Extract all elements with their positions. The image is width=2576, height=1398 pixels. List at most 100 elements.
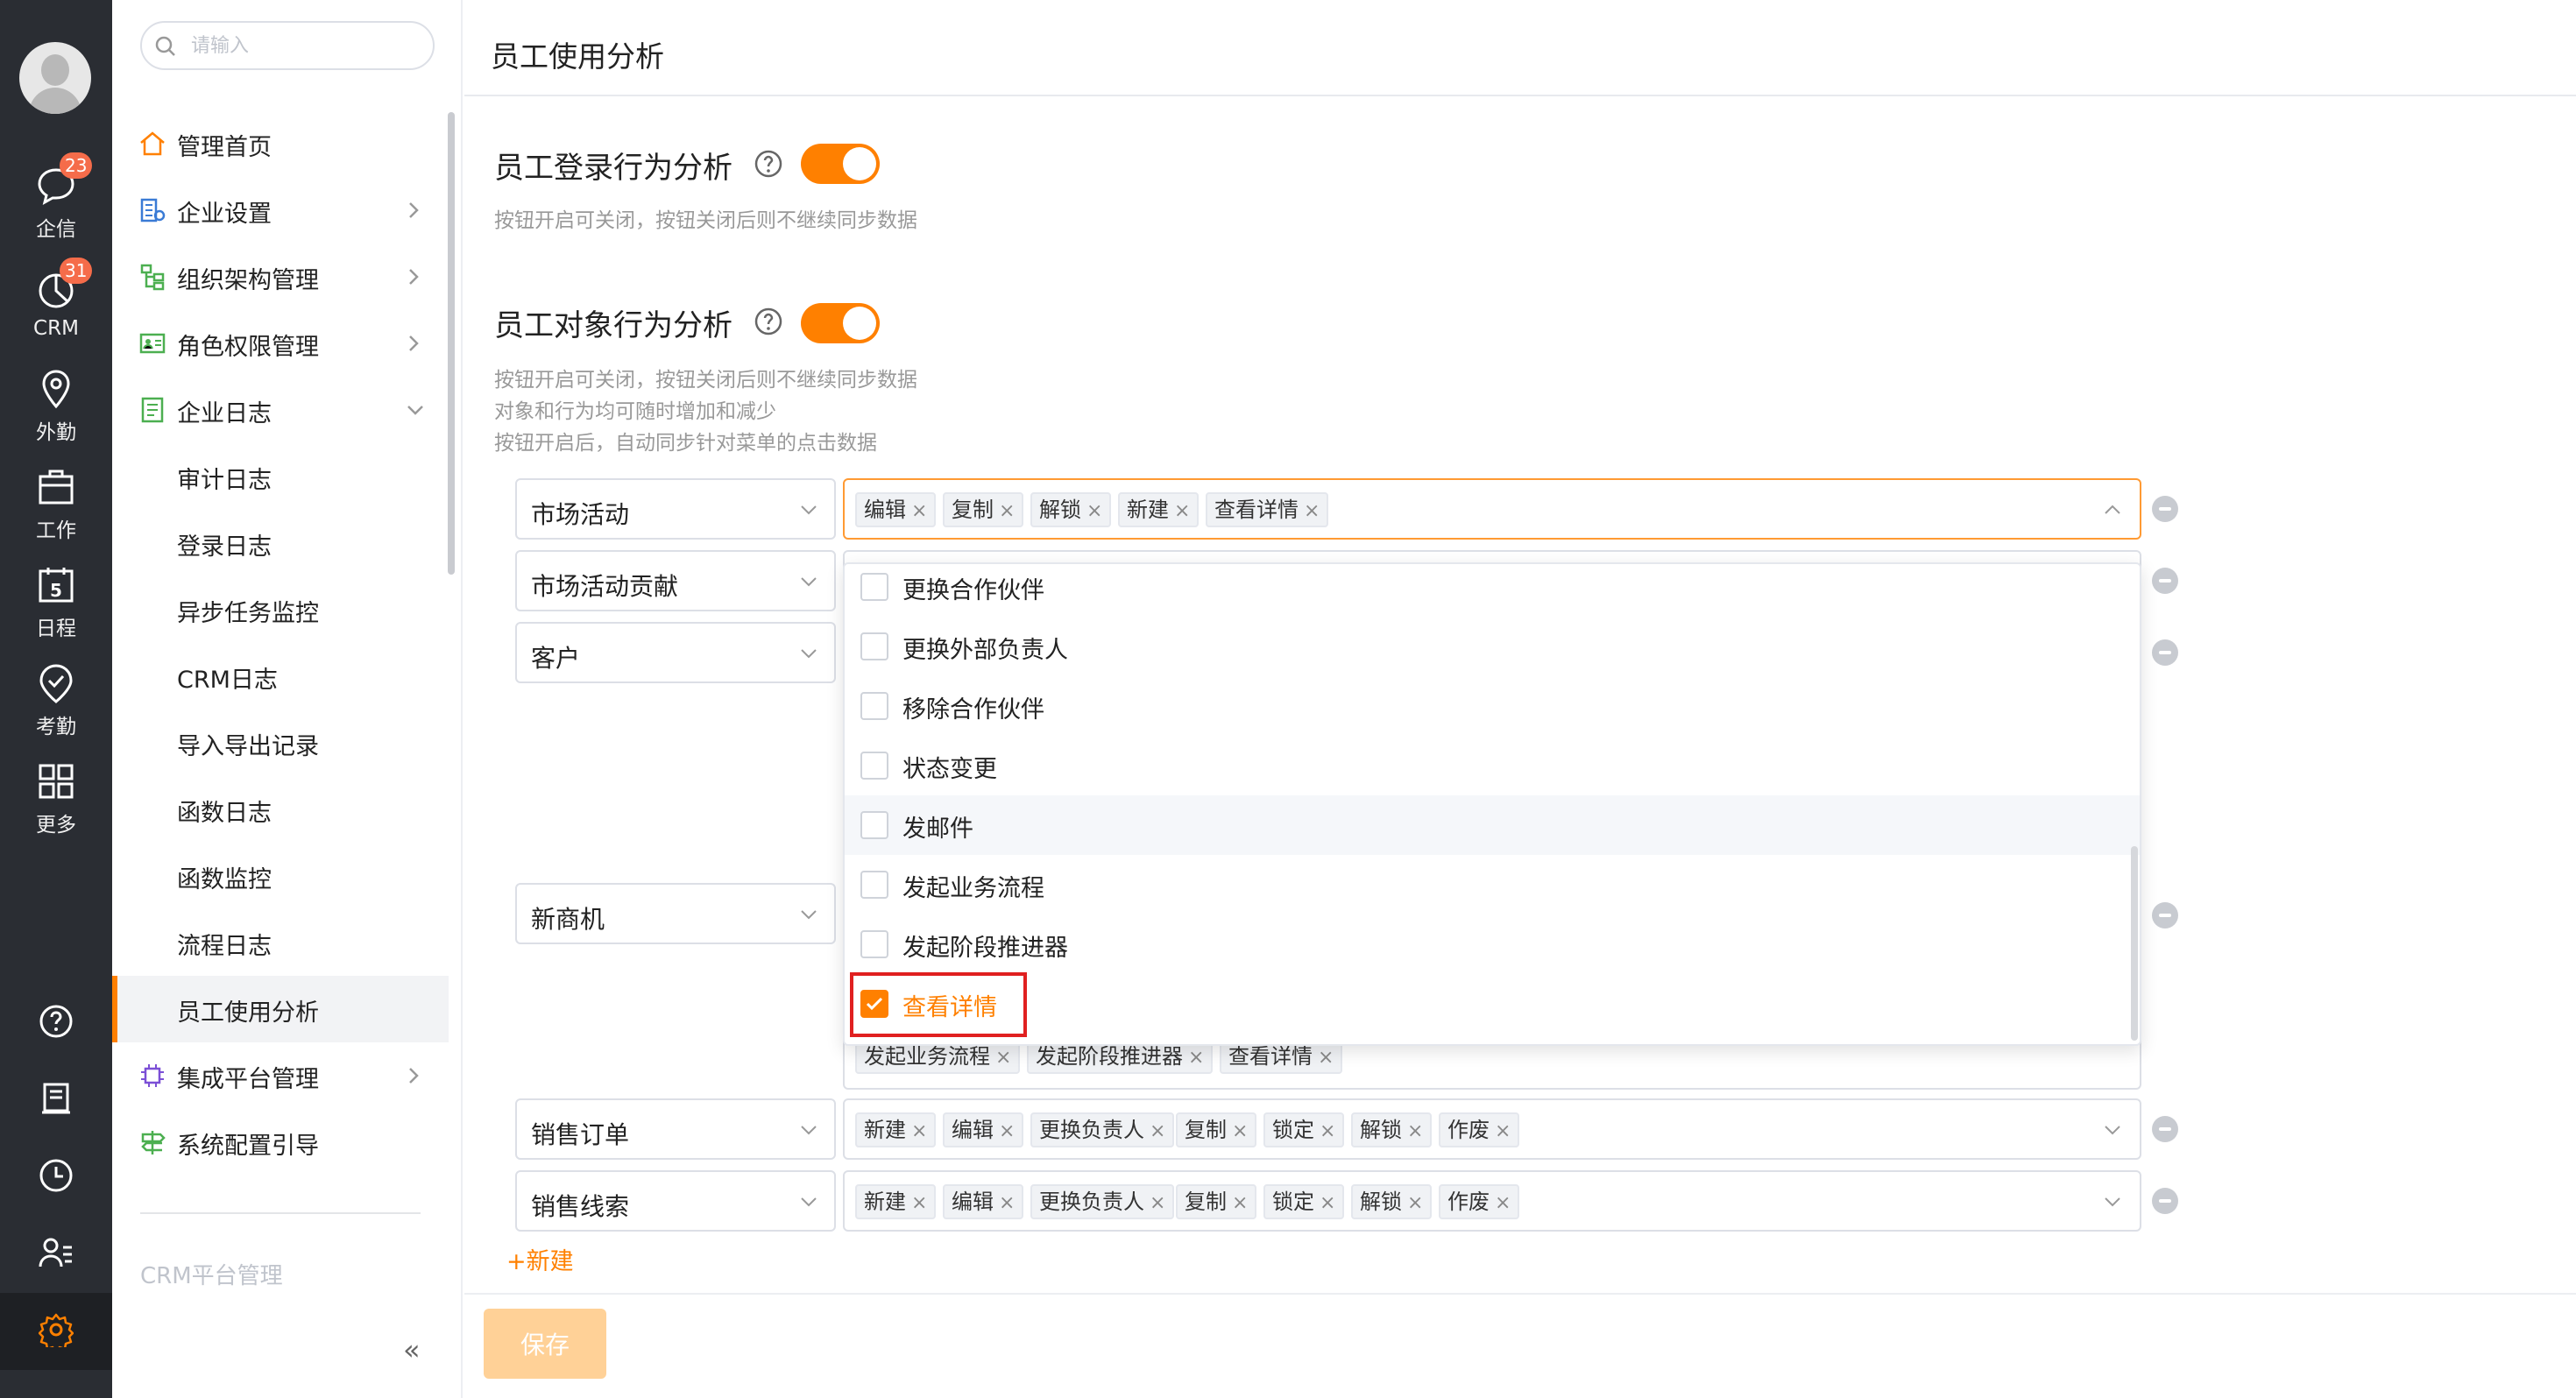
checkbox[interactable]	[860, 692, 888, 720]
checkbox[interactable]	[860, 632, 888, 660]
nav-sub-login-log[interactable]: 登录日志	[112, 510, 449, 576]
nav-item-roles[interactable]: 角色权限管理	[112, 310, 449, 377]
tag-close-icon[interactable]: ×	[999, 1192, 1015, 1214]
tag-close-icon[interactable]: ×	[1320, 1192, 1335, 1214]
action-tag[interactable]: 编辑 ×	[943, 1184, 1024, 1219]
action-tag[interactable]: 更换负责人 ×	[1030, 1112, 1175, 1147]
help-icon[interactable]	[754, 149, 783, 179]
nav-sub-audit-log[interactable]: 审计日志	[112, 443, 449, 510]
rail-item-schedule[interactable]: 5 日程	[0, 557, 112, 645]
tag-close-icon[interactable]: ×	[911, 1192, 927, 1214]
tag-close-icon[interactable]: ×	[1495, 1120, 1511, 1142]
action-tag[interactable]: 查看详情 ×	[1206, 492, 1329, 527]
object-select[interactable]: 市场活动贡献	[515, 550, 836, 611]
object-select[interactable]: 客户	[515, 622, 836, 683]
tag-close-icon[interactable]: ×	[1304, 500, 1320, 522]
nav-item-integration[interactable]: 集成平台管理	[112, 1042, 449, 1109]
tag-close-icon[interactable]: ×	[911, 500, 927, 522]
tag-close-icon[interactable]: ×	[1150, 1120, 1165, 1142]
tag-close-icon[interactable]: ×	[1188, 1047, 1204, 1069]
rail-clock[interactable]	[0, 1139, 112, 1216]
rail-item-qixin[interactable]: 23 企信	[0, 152, 112, 245]
tag-close-icon[interactable]: ×	[1407, 1192, 1423, 1214]
save-button[interactable]: 保存	[484, 1309, 606, 1379]
rail-item-more[interactable]: 更多	[0, 753, 112, 841]
checkbox[interactable]	[860, 573, 888, 601]
nav-sub-crm-log[interactable]: CRM日志	[112, 643, 449, 710]
action-tag[interactable]: 解锁 ×	[1030, 492, 1112, 527]
login-analysis-toggle[interactable]	[801, 144, 880, 184]
tag-close-icon[interactable]: ×	[1407, 1120, 1423, 1142]
tag-close-icon[interactable]: ×	[995, 1047, 1011, 1069]
action-tag[interactable]: 解锁 ×	[1351, 1112, 1433, 1147]
collapse-button[interactable]: «	[403, 1333, 421, 1366]
tag-close-icon[interactable]: ×	[1232, 1192, 1248, 1214]
object-select[interactable]: 市场活动	[515, 478, 836, 540]
rail-notebook[interactable]	[0, 1062, 112, 1139]
nav-sub-employee-usage[interactable]: 员工使用分析	[112, 976, 449, 1042]
tag-close-icon[interactable]: ×	[1232, 1120, 1248, 1142]
remove-row-button[interactable]	[2152, 639, 2178, 666]
tag-close-icon[interactable]: ×	[999, 1120, 1015, 1142]
dropdown-option[interactable]: 更换外部负责人	[845, 617, 2140, 676]
action-tag[interactable]: 作废 ×	[1439, 1184, 1520, 1219]
object-analysis-toggle[interactable]	[801, 303, 880, 343]
dropdown-option[interactable]: 发邮件	[845, 795, 2140, 855]
search-input[interactable]	[191, 32, 419, 60]
remove-row-button[interactable]	[2152, 496, 2178, 522]
action-tag[interactable]: 复制 ×	[1176, 1112, 1257, 1147]
checkbox[interactable]	[860, 811, 888, 839]
checkbox[interactable]	[860, 752, 888, 780]
remove-row-button[interactable]	[2152, 1116, 2178, 1142]
action-multiselect[interactable]: 新建 × 编辑 × 更换负责人 × 复制 × 锁定 × 解锁 × 作废 ×	[843, 1170, 2141, 1232]
action-tag[interactable]: 新建 ×	[1118, 492, 1200, 527]
tag-close-icon[interactable]: ×	[1495, 1192, 1511, 1214]
checkbox[interactable]	[860, 871, 888, 899]
nav-scrollbar[interactable]	[448, 112, 455, 575]
dropdown-scrollbar[interactable]	[2131, 846, 2138, 1041]
nav-item-config-guide[interactable]: 系统配置引导	[112, 1109, 449, 1176]
avatar[interactable]	[19, 42, 91, 114]
tag-close-icon[interactable]: ×	[1320, 1120, 1335, 1142]
dropdown-option[interactable]: 发起业务流程	[845, 855, 2140, 914]
action-tag[interactable]: 新建 ×	[855, 1184, 937, 1219]
action-tag[interactable]: 锁定 ×	[1263, 1112, 1345, 1147]
tag-close-icon[interactable]: ×	[1318, 1047, 1334, 1069]
rail-help[interactable]	[0, 985, 112, 1062]
tag-close-icon[interactable]: ×	[999, 500, 1015, 522]
remove-row-button[interactable]	[2152, 1188, 2178, 1214]
rail-item-work[interactable]: 工作	[0, 459, 112, 547]
object-select[interactable]: 销售订单	[515, 1098, 836, 1160]
search-box[interactable]	[140, 21, 435, 70]
remove-row-button[interactable]	[2152, 568, 2178, 594]
dropdown-option[interactable]: 移除合作伙伴	[845, 676, 2140, 736]
rail-item-crm[interactable]: 31 CRM	[0, 258, 112, 350]
dropdown-option[interactable]: 发起阶段推进器	[845, 914, 2140, 974]
add-new-row-link[interactable]: +新建	[506, 1242, 574, 1276]
action-tag[interactable]: 新建 ×	[855, 1112, 937, 1147]
tag-close-icon[interactable]: ×	[1150, 1192, 1165, 1214]
action-tag[interactable]: 复制 ×	[943, 492, 1024, 527]
rail-item-waiqin[interactable]: 外勤	[0, 361, 112, 448]
action-tag[interactable]: 锁定 ×	[1263, 1184, 1345, 1219]
dropdown-option[interactable]: 更换合作伙伴	[845, 564, 2140, 617]
action-tag[interactable]: 复制 ×	[1176, 1184, 1257, 1219]
nav-sub-import-export[interactable]: 导入导出记录	[112, 710, 449, 776]
help-icon[interactable]	[754, 307, 783, 336]
nav-item-company-log[interactable]: 企业日志	[112, 377, 449, 443]
tag-close-icon[interactable]: ×	[911, 1120, 927, 1142]
tag-close-icon[interactable]: ×	[1086, 500, 1102, 522]
rail-user-list[interactable]	[0, 1216, 112, 1293]
nav-sub-flow-log[interactable]: 流程日志	[112, 909, 449, 976]
dropdown-option[interactable]: 状态变更	[845, 736, 2140, 795]
action-tag[interactable]: 作废 ×	[1439, 1112, 1520, 1147]
nav-sub-function-monitor[interactable]: 函数监控	[112, 843, 449, 909]
dropdown-option-selected[interactable]: 查看详情	[845, 974, 2140, 1034]
rail-settings[interactable]	[0, 1293, 112, 1370]
nav-sub-function-log[interactable]: 函数日志	[112, 776, 449, 843]
action-multiselect[interactable]: 新建 × 编辑 × 更换负责人 × 复制 × 锁定 × 解锁 × 作废 ×	[843, 1098, 2141, 1160]
object-select[interactable]: 新商机	[515, 883, 836, 944]
action-multiselect[interactable]: 编辑 × 复制 × 解锁 × 新建 × 查看详情 ×	[843, 478, 2141, 540]
action-tag[interactable]: 更换负责人 ×	[1030, 1184, 1175, 1219]
action-tag[interactable]: 编辑 ×	[855, 492, 937, 527]
